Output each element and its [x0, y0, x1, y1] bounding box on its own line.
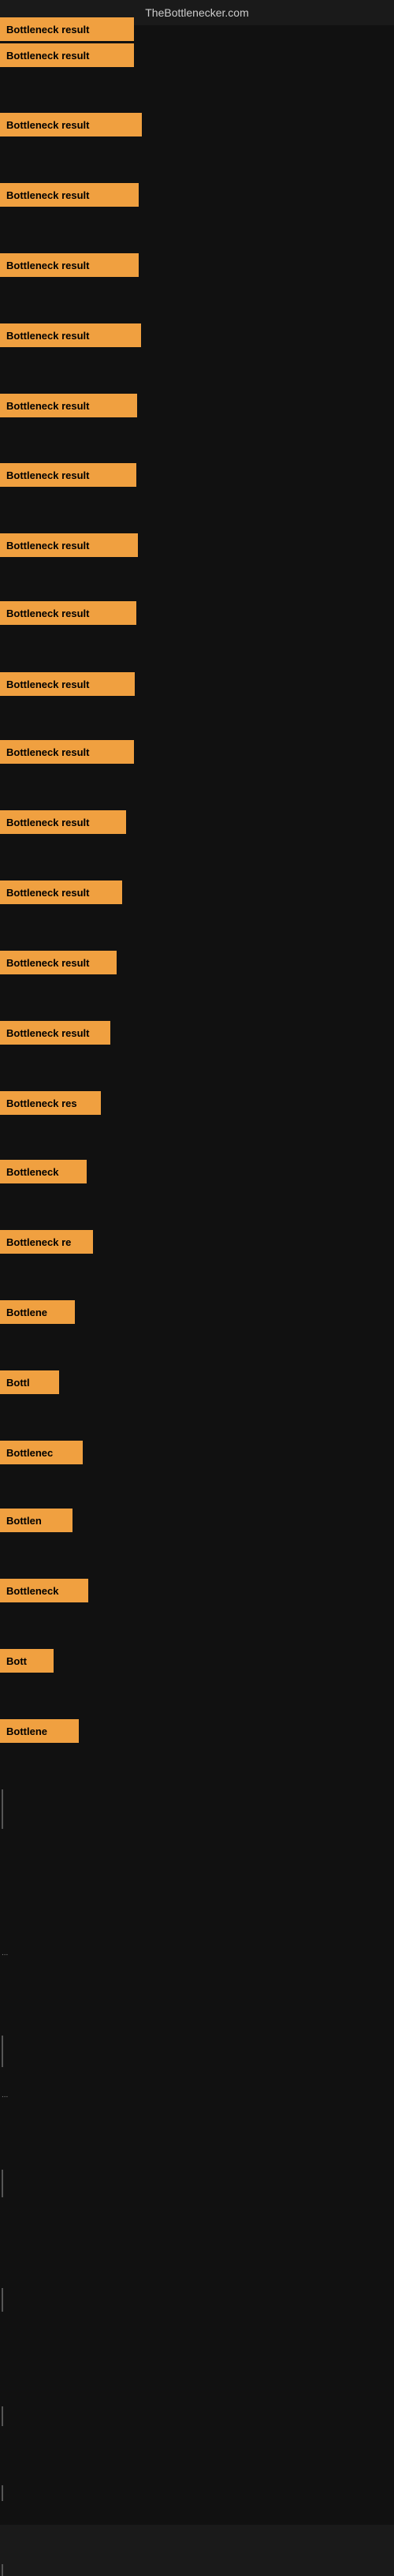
- dots-1: ...: [2, 2091, 8, 2099]
- bottleneck-bar-15[interactable]: Bottleneck result: [0, 951, 117, 974]
- bottleneck-bar-13[interactable]: Bottleneck result: [0, 810, 126, 834]
- bottleneck-bar-1[interactable]: Bottleneck result: [0, 17, 134, 41]
- vertical-line-0: [2, 1789, 3, 1829]
- bottleneck-bar-3[interactable]: Bottleneck result: [0, 113, 142, 136]
- bottleneck-bar-24[interactable]: Bottleneck: [0, 1579, 88, 1602]
- bottleneck-bar-6[interactable]: Bottleneck result: [0, 323, 141, 347]
- bottleneck-bar-22[interactable]: Bottlenec: [0, 1441, 83, 1464]
- bottleneck-bar-4[interactable]: Bottleneck result: [0, 183, 139, 207]
- bottleneck-bar-14[interactable]: Bottleneck result: [0, 880, 122, 904]
- bottleneck-bar-18[interactable]: Bottleneck: [0, 1160, 87, 1183]
- bottleneck-bar-21[interactable]: Bottl: [0, 1370, 59, 1394]
- vertical-line-1: [2, 2036, 3, 2067]
- bottleneck-bar-5[interactable]: Bottleneck result: [0, 253, 139, 277]
- bottleneck-bar-20[interactable]: Bottlene: [0, 1300, 75, 1324]
- bottleneck-bar-12[interactable]: Bottleneck result: [0, 740, 134, 764]
- bottleneck-bar-19[interactable]: Bottleneck re: [0, 1230, 93, 1254]
- bottleneck-bar-7[interactable]: Bottleneck result: [0, 394, 137, 417]
- vertical-line-3: [2, 2288, 3, 2312]
- vertical-line-5: [2, 2485, 3, 2501]
- bottleneck-bar-9[interactable]: Bottleneck result: [0, 533, 138, 557]
- page-container: TheBottlenecker.com Bottleneck resultBot…: [0, 0, 394, 2525]
- bottleneck-bar-25[interactable]: Bott: [0, 1649, 54, 1673]
- vertical-line-2: [2, 2170, 3, 2197]
- vertical-line-6: [2, 2564, 3, 2576]
- vertical-line-4: [2, 2406, 3, 2426]
- bottleneck-bar-10[interactable]: Bottleneck result: [0, 601, 136, 625]
- bottleneck-bar-17[interactable]: Bottleneck res: [0, 1091, 101, 1115]
- bottleneck-bar-11[interactable]: Bottleneck result: [0, 672, 135, 696]
- bottleneck-bar-16[interactable]: Bottleneck result: [0, 1021, 110, 1045]
- bottleneck-bar-23[interactable]: Bottlen: [0, 1509, 72, 1532]
- bottleneck-bar-8[interactable]: Bottleneck result: [0, 463, 136, 487]
- bottleneck-bar-26[interactable]: Bottlene: [0, 1719, 79, 1743]
- bottleneck-bar-2[interactable]: Bottleneck result: [0, 43, 134, 67]
- dots-0: ...: [2, 1949, 8, 1957]
